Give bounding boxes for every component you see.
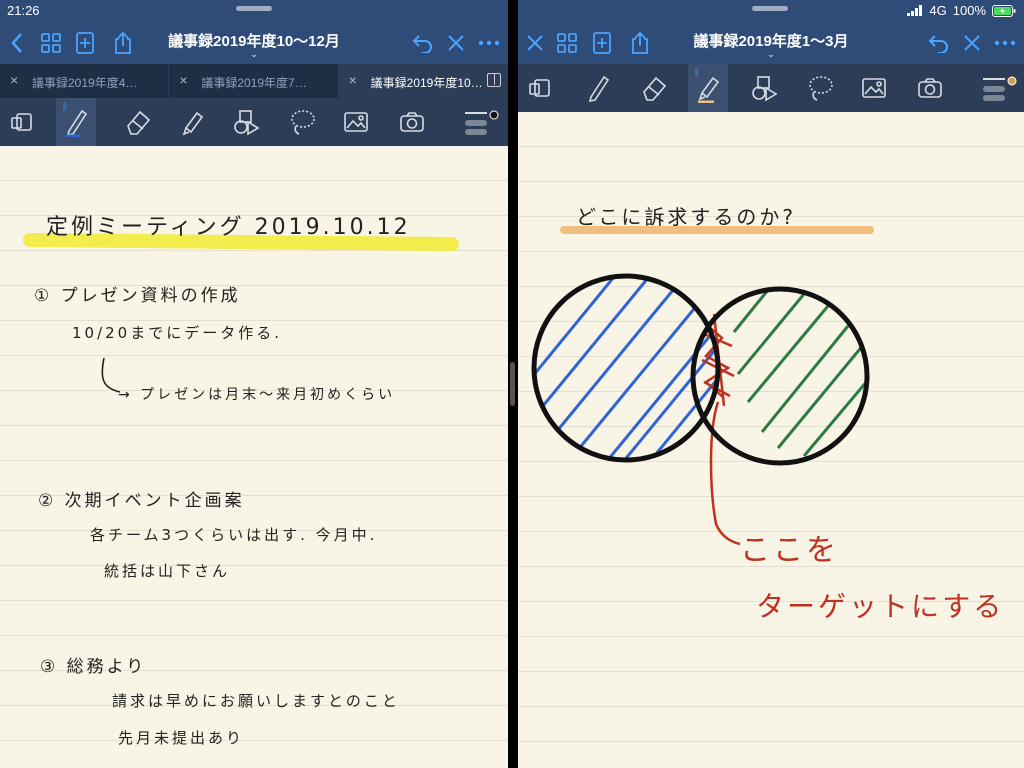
shapes-icon[interactable] — [226, 98, 266, 146]
yellow-highlight — [23, 233, 459, 251]
pen-settings-icon[interactable] — [976, 64, 1022, 112]
handwritten-notes: 定例ミーティング 2019.10.12 ① プレゼン資料の作成 10/20までに… — [23, 215, 459, 747]
multitask-handle[interactable] — [236, 6, 272, 11]
undo-icon[interactable] — [410, 30, 436, 56]
back-icon[interactable] — [4, 30, 30, 56]
highlighter-icon[interactable] — [172, 98, 212, 146]
venn-sketch: どこに訴求するのか? ここを ターゲットにする — [531, 205, 1004, 623]
image-icon[interactable] — [336, 98, 376, 146]
item-1-line-2: → プレゼンは月末〜来月初めくらい — [118, 386, 395, 403]
bluetooth-icon: ᛒ — [62, 102, 68, 113]
add-page-icon[interactable] — [72, 30, 98, 56]
note-canvas[interactable]: 定例ミーティング 2019.10.12 ① プレゼン資料の作成 10/20までに… — [0, 146, 508, 768]
camera-icon[interactable] — [392, 98, 432, 146]
tab-label: 議事録2019年度4… — [32, 76, 138, 90]
drawing-toolbar: ᛒ — [518, 64, 1024, 112]
tab-close-icon[interactable]: × — [349, 72, 357, 88]
battery-percent: 100% — [952, 3, 986, 18]
eraser-icon[interactable] — [118, 98, 158, 146]
left-pane: 21:26 議事録2019年度10〜12月 ⌄ × 議事録2019年度4… × 議事… — [0, 0, 508, 768]
camera-icon[interactable] — [910, 64, 950, 112]
green-hatching — [732, 289, 867, 460]
status-indicators: 4G 100% — [907, 3, 1016, 18]
read-only-icon[interactable] — [520, 64, 560, 112]
split-view-icon[interactable] — [486, 73, 501, 87]
pen-tool-icon[interactable]: ᛒ — [56, 98, 96, 146]
item-2-line-2: 統括は山下さん — [104, 562, 230, 580]
undo-icon[interactable] — [926, 30, 952, 56]
question-heading: どこに訴求するのか? — [576, 205, 796, 229]
drawing-toolbar: ᛒ — [0, 98, 508, 146]
image-icon[interactable] — [854, 64, 894, 112]
signal-icon — [907, 5, 923, 16]
nav-bar: 議事録2019年度10〜12月 ⌄ — [0, 22, 508, 64]
document-tabs: × 議事録2019年度4… × 議事録2019年度7… × 議事録2019年度10… — [0, 64, 508, 98]
item-2-title: ② 次期イベント企画案 — [38, 491, 245, 511]
lasso-icon[interactable] — [800, 64, 840, 112]
nav-bar: 議事録2019年度1〜3月 ⌄ — [518, 22, 1024, 64]
pen-tool-icon[interactable] — [578, 64, 618, 112]
bluetooth-icon: ᛒ — [694, 68, 700, 79]
multitask-handle[interactable] — [752, 6, 788, 11]
target-note-line-2: ターゲットにする — [756, 590, 1004, 623]
more-icon[interactable] — [992, 30, 1018, 56]
target-note-line-1: ここを — [740, 533, 839, 568]
note-canvas[interactable]: どこに訴求するのか? ここを ターゲットにする — [518, 112, 1024, 768]
close-icon[interactable] — [959, 30, 985, 56]
more-icon[interactable] — [476, 30, 502, 56]
close-document-icon[interactable] — [522, 30, 548, 56]
divider-handle[interactable] — [510, 362, 515, 406]
red-overlap-marking — [701, 313, 741, 546]
item-3-title: ③ 総務より — [40, 657, 146, 677]
share-icon[interactable] — [110, 30, 136, 56]
battery-icon — [992, 4, 1016, 17]
item-1-title: ① プレゼン資料の作成 — [34, 286, 241, 306]
share-icon[interactable] — [627, 30, 653, 56]
right-pane: 4G 100% 議事録2019年度1〜3月 ⌄ ᛒ どこに訴求するのか? ここを… — [518, 0, 1024, 768]
status-time: 21:26 — [7, 3, 40, 18]
tab-close-icon[interactable]: × — [179, 72, 187, 88]
tab-document-2[interactable]: × 議事録2019年度7… — [169, 64, 339, 98]
status-bar: 21:26 — [0, 0, 508, 22]
pen-settings-icon[interactable] — [458, 98, 504, 146]
tab-document-1[interactable]: × 議事録2019年度4… — [0, 64, 170, 98]
grid-icon[interactable] — [38, 30, 64, 56]
item-3-line-2: 先月未提出あり — [118, 729, 244, 747]
eraser-icon[interactable] — [634, 64, 674, 112]
add-page-icon[interactable] — [589, 30, 615, 56]
tab-label: 議事録2019年度7… — [201, 76, 307, 90]
tab-label: 議事録2019年度10… — [370, 76, 483, 90]
read-only-icon[interactable] — [2, 98, 42, 146]
tab-close-icon[interactable]: × — [10, 72, 18, 88]
network-type: 4G — [929, 3, 947, 18]
item-3-line-1: 請求は早めにお願いしますとのこと — [112, 692, 400, 710]
grid-icon[interactable] — [554, 30, 580, 56]
split-view-divider[interactable] — [508, 0, 518, 768]
close-icon[interactable] — [443, 30, 469, 56]
item-2-line-1: 各チーム3つくらいは出す. 今月中. — [90, 526, 377, 544]
highlighter-icon[interactable]: ᛒ — [688, 64, 728, 112]
item-1-line-1: 10/20までにデータ作る. — [72, 324, 282, 342]
lasso-icon[interactable] — [282, 98, 322, 146]
shapes-icon[interactable] — [744, 64, 784, 112]
tab-document-3[interactable]: × 議事録2019年度10… — [338, 64, 508, 98]
meeting-heading: 定例ミーティング 2019.10.12 — [46, 215, 411, 240]
status-bar: 4G 100% — [518, 0, 1024, 22]
